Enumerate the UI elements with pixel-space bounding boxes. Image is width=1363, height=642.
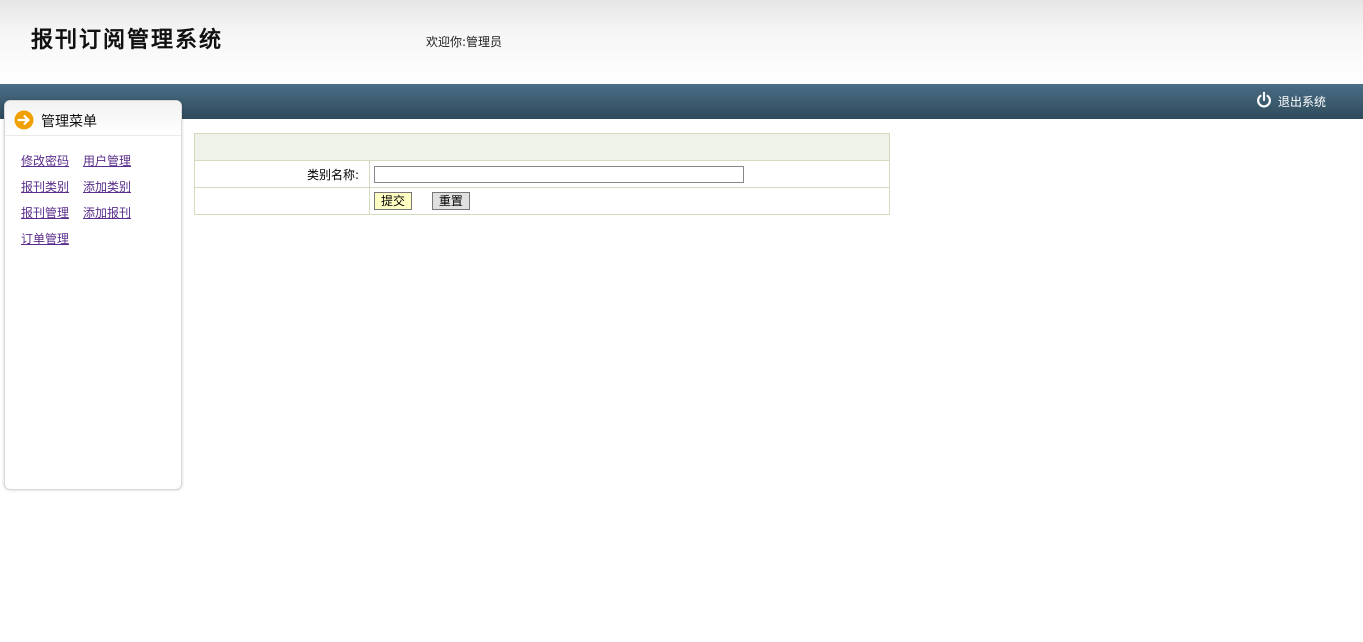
add-category-form: 类别名称: 提交 重置: [194, 133, 890, 215]
welcome-text: 欢迎你:管理员: [426, 35, 503, 49]
top-nav-bar: 退出系统: [0, 84, 1363, 119]
category-name-cell: [369, 160, 890, 188]
form-header-row: [194, 133, 890, 161]
category-name-input[interactable]: [374, 165, 744, 183]
sidebar-menu: 管理菜单 修改密码 用户管理 报刊类别 添加类别 报刊管理 添加报刊 订单管理: [4, 100, 182, 490]
app-logo-title: 报刊订阅管理系统: [31, 27, 224, 53]
form-row-actions: 提交 重置: [194, 187, 890, 215]
sidebar-item-order-management[interactable]: 订单管理: [21, 231, 69, 247]
form-header-cell: [194, 133, 890, 161]
sidebar-links: 修改密码 用户管理 报刊类别 添加类别 报刊管理 添加报刊 订单管理: [21, 153, 181, 247]
arrow-right-icon: [14, 110, 34, 130]
sidebar-item-add-category[interactable]: 添加类别: [83, 179, 131, 195]
reset-button[interactable]: 重置: [431, 192, 470, 210]
category-name-label: 类别名称:: [194, 160, 370, 188]
header: 报刊订阅管理系统 欢迎你:管理员: [0, 0, 1363, 84]
actions-label-cell: [194, 187, 370, 215]
submit-button[interactable]: 提交: [374, 192, 413, 210]
sidebar-item-change-password[interactable]: 修改密码: [21, 153, 69, 169]
sidebar-item-add-newspaper[interactable]: 添加报刊: [83, 205, 131, 221]
app-root: 报刊订阅管理系统 欢迎你:管理员 退出系统 管理菜单 修改密码 用户管理 报刊类…: [0, 0, 1363, 642]
power-icon: [1257, 91, 1271, 107]
actions-cell: 提交 重置: [369, 187, 890, 215]
sidebar-title: 管理菜单: [41, 114, 97, 130]
sidebar-item-user-management[interactable]: 用户管理: [83, 153, 131, 169]
form-row-name: 类别名称:: [194, 160, 890, 188]
logout-button[interactable]: 退出系统: [1255, 91, 1326, 110]
sidebar-header: 管理菜单: [5, 101, 181, 136]
sidebar-item-newspaper-categories[interactable]: 报刊类别: [21, 179, 69, 195]
logout-label: 退出系统: [1277, 95, 1326, 109]
sidebar-item-newspaper-management[interactable]: 报刊管理: [21, 205, 69, 221]
